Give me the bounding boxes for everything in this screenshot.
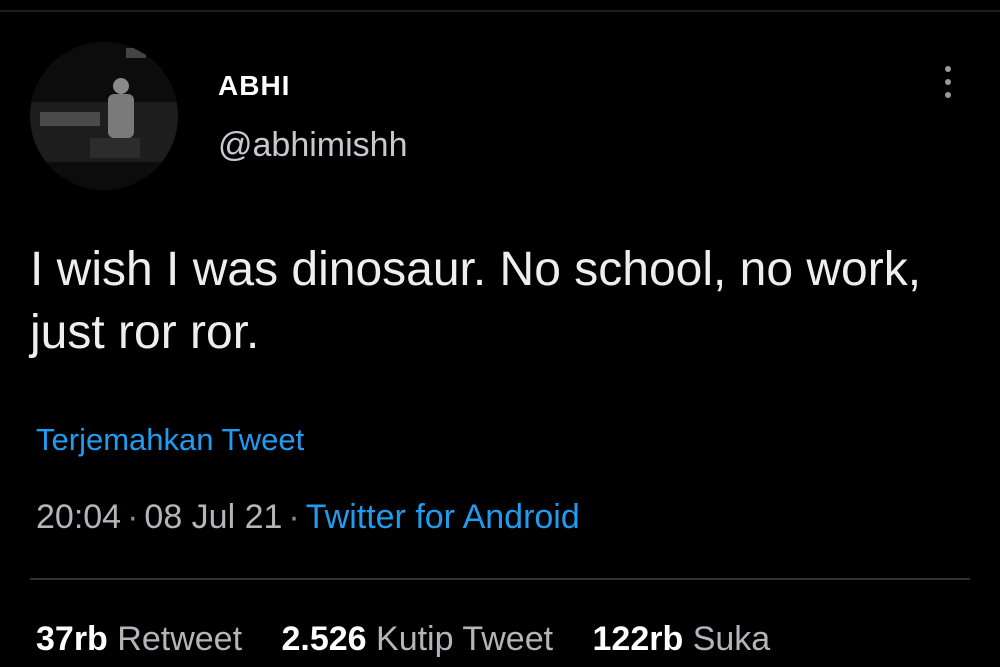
stats-divider — [30, 578, 970, 580]
more-dot — [945, 92, 951, 98]
avatar-photo — [30, 42, 178, 190]
tweet-text: I wish I was dinosaur. No school, no wor… — [30, 243, 922, 359]
tweet-source-link[interactable]: Twitter for Android — [306, 498, 580, 536]
quotes-label: Kutip Tweet — [376, 620, 554, 658]
more-vertical-icon[interactable] — [934, 62, 962, 102]
likes-count: 122rb — [592, 620, 684, 658]
likes-label: Suka — [692, 620, 771, 658]
quotes-count: 2.526 — [281, 620, 367, 658]
author-display-name[interactable]: ABHI — [218, 70, 290, 102]
top-divider — [0, 10, 1000, 12]
retweets-count: 37rb — [36, 620, 108, 658]
author-handle[interactable]: @abhimishh — [218, 126, 408, 165]
avatar[interactable] — [30, 42, 178, 190]
more-dot — [945, 66, 951, 72]
retweets-label: Retweet — [117, 620, 243, 658]
more-dot — [945, 79, 951, 85]
likes-stat[interactable]: 122rb Suka — [593, 620, 771, 659]
tweet-meta: 20:04 · 08 Jul 21 · Twitter for Android — [36, 498, 580, 537]
translate-tweet-link[interactable]: Terjemahkan Tweet — [36, 422, 304, 458]
tweet-stats: 37rb Retweet 2.526 Kutip Tweet 122rb Suk… — [36, 620, 800, 659]
tweet-time: 20:04 — [36, 498, 122, 536]
tweet-date: 08 Jul 21 — [144, 498, 283, 536]
retweets-stat[interactable]: 37rb Retweet — [36, 620, 242, 659]
quotes-stat[interactable]: 2.526 Kutip Tweet — [281, 620, 553, 659]
meta-separator: · — [127, 498, 139, 536]
meta-separator: · — [288, 498, 300, 536]
